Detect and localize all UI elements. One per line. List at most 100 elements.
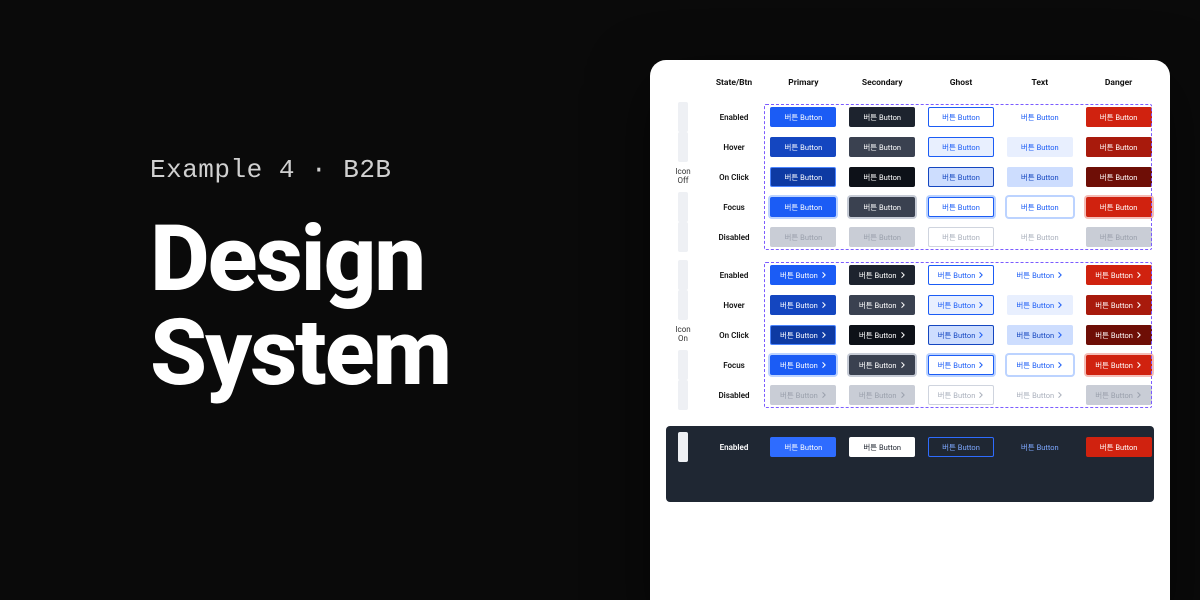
- cell-primary-click: 버튼 Button: [768, 162, 839, 192]
- text-button-enabled[interactable]: 버튼 Button: [1007, 437, 1073, 457]
- design-system-card: State/BtnPrimarySecondaryGhostTextDanger…: [650, 60, 1170, 600]
- text-button-click[interactable]: 버튼 Button: [1007, 167, 1073, 187]
- secondary-button-disabled[interactable]: 버튼 Button: [849, 227, 915, 247]
- primary-button-enabled[interactable]: 버튼 Button: [770, 107, 836, 127]
- primary-button-enabled-icon[interactable]: 버튼 Button: [770, 265, 836, 285]
- cell-primary-disabled: 버튼 Button: [768, 222, 839, 252]
- primary-button-click-icon[interactable]: 버튼 Button: [770, 325, 836, 345]
- primary-button-disabled-icon[interactable]: 버튼 Button: [770, 385, 836, 405]
- row-label-disabled: Disabled: [708, 380, 760, 410]
- danger-button-disabled-icon[interactable]: 버튼 Button: [1086, 385, 1152, 405]
- chevron-right-icon: [1057, 302, 1063, 308]
- text-button-focus-icon[interactable]: 버튼 Button: [1007, 355, 1073, 375]
- cell-ghost-enabled: 버튼 Button: [926, 432, 997, 462]
- secondary-button-hover-icon[interactable]: 버튼 Button: [849, 295, 915, 315]
- eyebrow: Example 4 · B2B: [150, 155, 450, 185]
- primary-button-enabled[interactable]: 버튼 Button: [770, 437, 836, 457]
- secondary-button-enabled-icon[interactable]: 버튼 Button: [849, 265, 915, 285]
- cell-danger-focus: 버튼 Button: [1083, 350, 1154, 380]
- primary-button-focus[interactable]: 버튼 Button: [770, 197, 836, 217]
- button-label: 버튼 Button: [942, 142, 980, 153]
- text-button-click-icon[interactable]: 버튼 Button: [1007, 325, 1073, 345]
- cell-danger-click: 버튼 Button: [1083, 320, 1154, 350]
- primary-button-disabled[interactable]: 버튼 Button: [770, 227, 836, 247]
- group-bar: [678, 432, 688, 462]
- button-label: 버튼 Button: [1095, 360, 1133, 371]
- secondary-button-disabled-icon[interactable]: 버튼 Button: [849, 385, 915, 405]
- ghost-button-focus[interactable]: 버튼 Button: [928, 197, 994, 217]
- cell-primary-disabled: 버튼 Button: [768, 380, 839, 410]
- button-label: 버튼 Button: [1100, 142, 1138, 153]
- cell-ghost-click: 버튼 Button: [926, 320, 997, 350]
- ghost-button-click-icon[interactable]: 버튼 Button: [928, 325, 994, 345]
- button-label: 버튼 Button: [785, 172, 823, 183]
- ghost-button-focus-icon[interactable]: 버튼 Button: [928, 355, 994, 375]
- ghost-button-disabled-icon[interactable]: 버튼 Button: [928, 385, 994, 405]
- cell-text-hover: 버튼 Button: [1004, 290, 1075, 320]
- ghost-button-disabled[interactable]: 버튼 Button: [928, 227, 994, 247]
- cell-secondary-enabled: 버튼 Button: [847, 102, 918, 132]
- ghost-button-enabled[interactable]: 버튼 Button: [928, 437, 994, 457]
- danger-button-hover[interactable]: 버튼 Button: [1086, 137, 1152, 157]
- chevron-right-icon: [1057, 362, 1063, 368]
- danger-button-disabled[interactable]: 버튼 Button: [1086, 227, 1152, 247]
- button-label: 버튼 Button: [938, 330, 976, 341]
- secondary-button-enabled[interactable]: 버튼 Button: [849, 437, 915, 457]
- danger-button-enabled[interactable]: 버튼 Button: [1086, 107, 1152, 127]
- danger-button-focus[interactable]: 버튼 Button: [1086, 197, 1152, 217]
- danger-button-click-icon[interactable]: 버튼 Button: [1086, 325, 1152, 345]
- button-label: 버튼 Button: [785, 442, 823, 453]
- chevron-right-icon: [1057, 392, 1063, 398]
- ghost-button-hover[interactable]: 버튼 Button: [928, 137, 994, 157]
- secondary-button-focus[interactable]: 버튼 Button: [849, 197, 915, 217]
- secondary-button-hover[interactable]: 버튼 Button: [849, 137, 915, 157]
- button-label: 버튼 Button: [863, 112, 901, 123]
- primary-button-click[interactable]: 버튼 Button: [770, 167, 836, 187]
- row-label-enabled: Enabled: [708, 432, 760, 462]
- ghost-button-hover-icon[interactable]: 버튼 Button: [928, 295, 994, 315]
- ghost-button-click[interactable]: 버튼 Button: [928, 167, 994, 187]
- danger-button-enabled[interactable]: 버튼 Button: [1086, 437, 1152, 457]
- header-primary: Primary: [768, 78, 839, 94]
- text-button-hover-icon[interactable]: 버튼 Button: [1007, 295, 1073, 315]
- row-label-focus: Focus: [708, 192, 760, 222]
- danger-button-enabled-icon[interactable]: 버튼 Button: [1086, 265, 1152, 285]
- text-button-enabled[interactable]: 버튼 Button: [1007, 107, 1073, 127]
- cell-primary-hover: 버튼 Button: [768, 290, 839, 320]
- button-label: 버튼 Button: [1100, 202, 1138, 213]
- chevron-right-icon: [978, 362, 984, 368]
- secondary-button-focus-icon[interactable]: 버튼 Button: [849, 355, 915, 375]
- text-button-disabled[interactable]: 버튼 Button: [1007, 227, 1073, 247]
- danger-button-focus-icon[interactable]: 버튼 Button: [1086, 355, 1152, 375]
- text-button-enabled-icon[interactable]: 버튼 Button: [1007, 265, 1073, 285]
- chevron-right-icon: [900, 302, 906, 308]
- cell-secondary-hover: 버튼 Button: [847, 132, 918, 162]
- text-button-hover[interactable]: 버튼 Button: [1007, 137, 1073, 157]
- button-label: 버튼 Button: [1095, 270, 1133, 281]
- cell-text-focus: 버튼 Button: [1004, 350, 1075, 380]
- ghost-button-enabled-icon[interactable]: 버튼 Button: [928, 265, 994, 285]
- danger-button-click[interactable]: 버튼 Button: [1086, 167, 1152, 187]
- headline-line-1: Design: [150, 213, 450, 307]
- secondary-button-enabled[interactable]: 버튼 Button: [849, 107, 915, 127]
- secondary-button-click-icon[interactable]: 버튼 Button: [849, 325, 915, 345]
- cell-ghost-click: 버튼 Button: [926, 162, 997, 192]
- text-button-disabled-icon[interactable]: 버튼 Button: [1007, 385, 1073, 405]
- group-bar: [678, 260, 688, 290]
- primary-button-focus-icon[interactable]: 버튼 Button: [770, 355, 836, 375]
- cell-ghost-enabled: 버튼 Button: [926, 260, 997, 290]
- primary-button-hover-icon[interactable]: 버튼 Button: [770, 295, 836, 315]
- group-bar: [678, 290, 688, 320]
- button-label: 버튼 Button: [1095, 300, 1133, 311]
- danger-button-hover-icon[interactable]: 버튼 Button: [1086, 295, 1152, 315]
- chevron-right-icon: [1136, 332, 1142, 338]
- headline: Design System: [150, 213, 450, 401]
- cell-text-focus: 버튼 Button: [1004, 192, 1075, 222]
- primary-button-hover[interactable]: 버튼 Button: [770, 137, 836, 157]
- chevron-right-icon: [978, 392, 984, 398]
- button-label: 버튼 Button: [785, 202, 823, 213]
- ghost-button-enabled[interactable]: 버튼 Button: [928, 107, 994, 127]
- group-bar: [678, 132, 688, 162]
- secondary-button-click[interactable]: 버튼 Button: [849, 167, 915, 187]
- text-button-focus[interactable]: 버튼 Button: [1007, 197, 1073, 217]
